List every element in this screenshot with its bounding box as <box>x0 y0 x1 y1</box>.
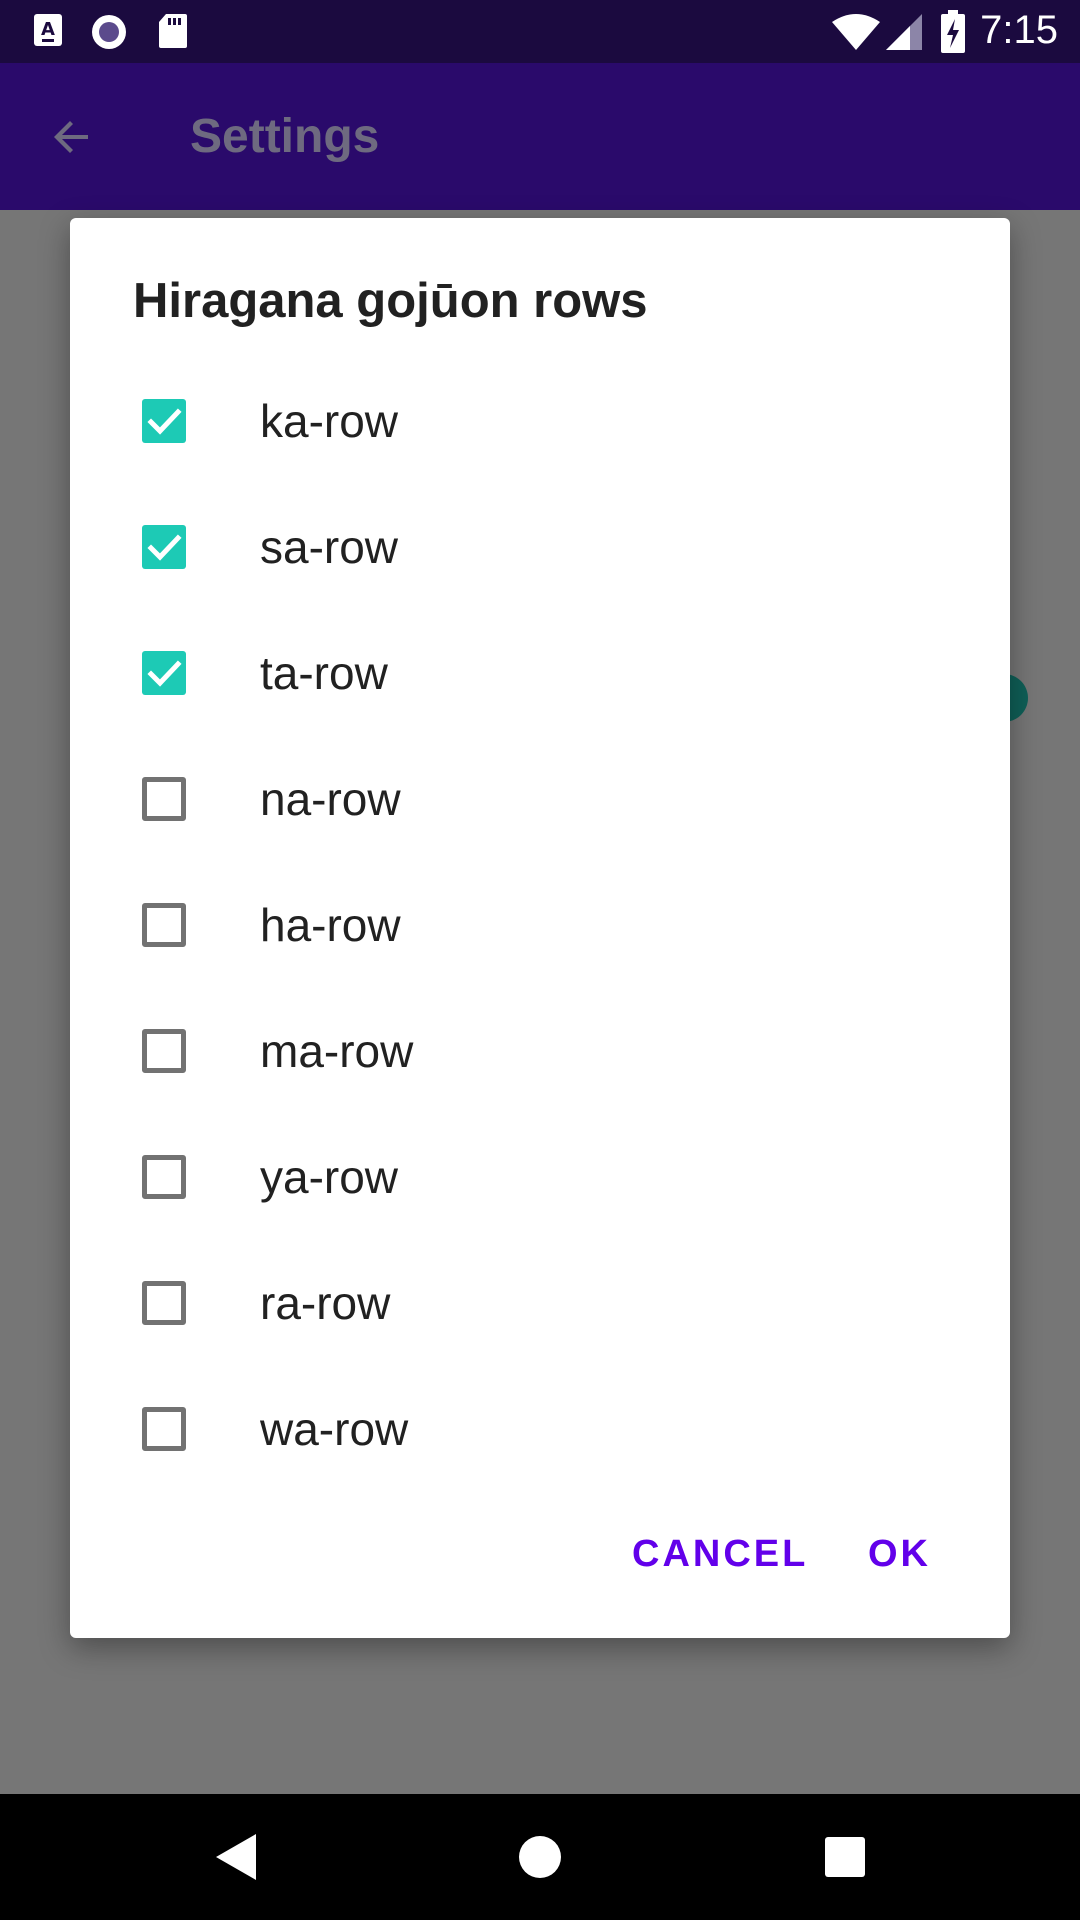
signal-icon <box>884 12 924 57</box>
status-time: 7:15 <box>980 8 1058 52</box>
checkbox-option[interactable]: na-row <box>70 736 1010 862</box>
svg-text:A: A <box>41 19 55 40</box>
checkbox-unchecked[interactable] <box>142 777 186 821</box>
checkbox-option[interactable]: ya-row <box>70 1114 1010 1240</box>
option-label: ra-row <box>260 1277 391 1329</box>
checkbox-option[interactable]: ha-row <box>70 862 1010 988</box>
wifi-icon <box>830 12 882 57</box>
checkbox-option[interactable]: ka-row <box>70 358 1010 484</box>
check-icon <box>147 660 182 687</box>
back-triangle-icon[interactable] <box>214 1832 258 1887</box>
checkbox-option[interactable]: wa-row <box>70 1366 1010 1492</box>
checkbox-unchecked[interactable] <box>142 1407 186 1451</box>
checkbox-checked[interactable] <box>142 651 186 695</box>
ok-button[interactable]: OK <box>868 1533 931 1576</box>
radio-icon <box>90 13 128 56</box>
checkbox-option[interactable]: ta-row <box>70 610 1010 736</box>
multi-select-dialog: Hiragana gojūon rows ka-row sa-row ta-row n… <box>70 218 1010 1638</box>
checkbox-option[interactable]: ra-row <box>70 1240 1010 1366</box>
check-icon <box>147 534 182 561</box>
sd-card-icon <box>158 13 188 54</box>
home-circle-icon[interactable] <box>518 1832 562 1887</box>
keyboard-a-icon: A <box>33 13 63 52</box>
checkbox-option[interactable]: sa-row <box>70 484 1010 610</box>
option-label: ma-row <box>260 1025 414 1077</box>
app-bar: Settings <box>0 63 1080 210</box>
arrow-back-icon[interactable] <box>48 113 96 166</box>
cancel-button[interactable]: CANCEL <box>632 1533 808 1576</box>
checkbox-option[interactable]: ma-row <box>70 988 1010 1114</box>
status-bar: A 7:15 <box>0 0 1080 63</box>
option-label: sa-row <box>260 521 399 573</box>
navigation-bar <box>0 1794 1080 1920</box>
option-label: na-row <box>260 773 401 825</box>
option-label: ta-row <box>260 647 388 699</box>
dialog-title: Hiragana gojūon rows <box>133 274 648 328</box>
checkbox-unchecked[interactable] <box>142 1155 186 1199</box>
checkbox-unchecked[interactable] <box>142 1281 186 1325</box>
page-title: Settings <box>190 110 380 163</box>
option-label: ha-row <box>260 899 401 951</box>
checkbox-checked[interactable] <box>142 525 186 569</box>
option-label: ya-row <box>260 1151 399 1203</box>
recents-square-icon[interactable] <box>823 1832 867 1887</box>
option-label: wa-row <box>260 1403 409 1455</box>
checkbox-unchecked[interactable] <box>142 903 186 947</box>
check-icon <box>147 408 182 435</box>
battery-charging-icon <box>940 10 966 59</box>
checkbox-checked[interactable] <box>142 399 186 443</box>
checkbox-unchecked[interactable] <box>142 1029 186 1073</box>
option-label: ka-row <box>260 395 399 447</box>
